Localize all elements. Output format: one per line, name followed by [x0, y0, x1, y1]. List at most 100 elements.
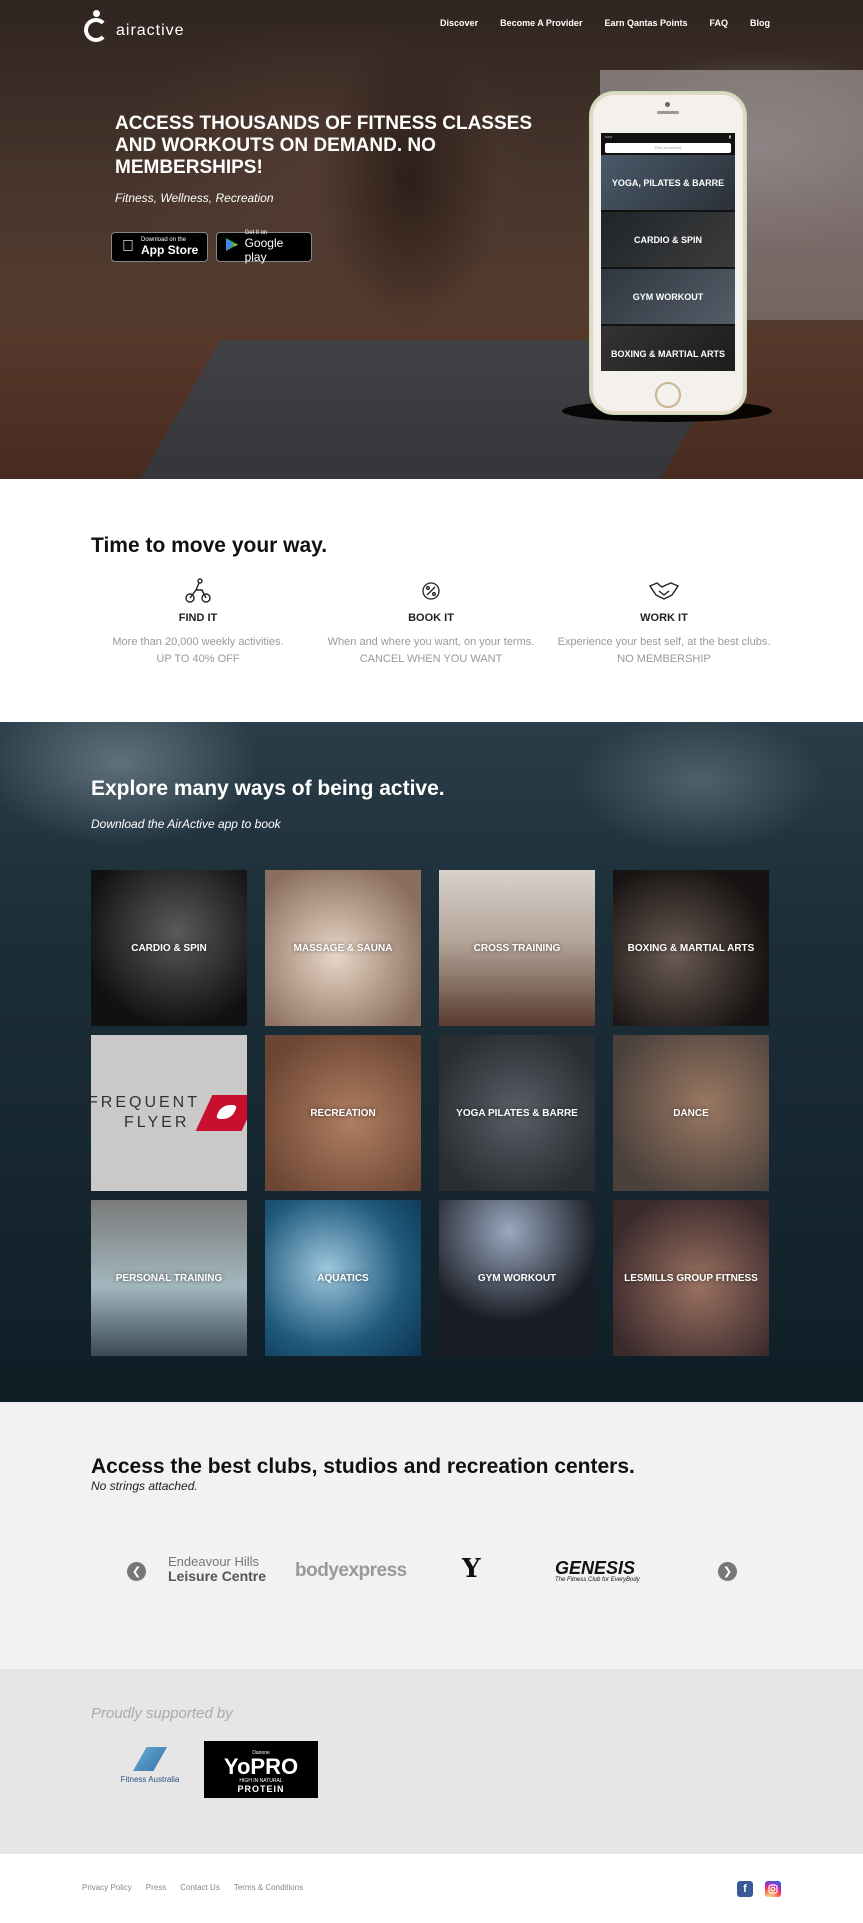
- phone-camera: [665, 102, 670, 107]
- how-it-works-section: Time to move your way. FIND IT More than…: [0, 479, 863, 722]
- club-logo-line2: Leisure Centre: [168, 1568, 267, 1584]
- yopro-logo[interactable]: Danone YoPRO HIGH IN NATURAL PROTEIN: [204, 1741, 318, 1798]
- feature-title: FIND IT: [178, 612, 218, 624]
- app-store-big: App Store: [141, 243, 199, 257]
- supporters-label: Proudly supported by: [91, 1705, 233, 1722]
- club-logo-genesis[interactable]: GENESIS The Fitness Club for EveryBody: [555, 1558, 640, 1583]
- percent-icon: [321, 576, 541, 606]
- phone-tile: CARDIO & SPIN: [601, 212, 735, 267]
- hero-subtitle: Fitness, Wellness, Recreation: [115, 191, 274, 205]
- category-gym-workout[interactable]: GYM WORKOUT: [439, 1200, 595, 1356]
- category-recreation[interactable]: RECREATION: [265, 1035, 421, 1191]
- fitness-australia-logo[interactable]: Fitness Australia: [115, 1747, 185, 1784]
- explore-section: Explore many ways of being active. Downl…: [0, 722, 863, 1402]
- footer-link-contact[interactable]: Contact Us: [180, 1883, 220, 1892]
- google-play-icon: [225, 237, 240, 257]
- carousel-prev-button[interactable]: ❮: [127, 1562, 146, 1581]
- phone-tile: GYM WORKOUT: [601, 269, 735, 324]
- qantas-kangaroo-icon: [195, 1095, 247, 1131]
- frequent-flyer-line1: FREQUENT: [91, 1094, 200, 1111]
- fitness-australia-text: Fitness Australia: [120, 1775, 180, 1784]
- feature-title: WORK IT: [640, 612, 688, 624]
- club-logo-endeavour-hills[interactable]: Endeavour Hills Leisure Centre: [168, 1554, 266, 1584]
- category-grid: CARDIO & SPIN MASSAGE & SAUNA CROSS TRAI…: [91, 870, 771, 1356]
- phone-home-button: [655, 382, 681, 408]
- phone-speaker: [657, 111, 679, 114]
- phone-signal: •••••: [605, 134, 613, 139]
- feature-line: More than 20,000 weekly activities.: [112, 636, 284, 648]
- phone-status-bar: ••••• ▮: [601, 133, 735, 141]
- category-label: YOGA PILATES & BARRE: [456, 1107, 578, 1119]
- club-logo-genesis-tag: The Fitness Club for EveryBody: [555, 1577, 640, 1583]
- nav-become-provider[interactable]: Become A Provider: [500, 18, 582, 28]
- feature-line: UP TO 40% OFF: [156, 653, 240, 665]
- how-title: Time to move your way.: [91, 534, 328, 557]
- feature-title: BOOK IT: [408, 612, 454, 624]
- category-personal-training[interactable]: PERSONAL TRAINING: [91, 1200, 247, 1356]
- footer-link-press[interactable]: Press: [146, 1883, 166, 1892]
- category-label: LESMILLS GROUP FITNESS: [624, 1272, 758, 1284]
- footer-link-terms[interactable]: Terms & Conditions: [234, 1883, 303, 1892]
- logo-icon: [82, 8, 112, 42]
- category-cardio-spin[interactable]: CARDIO & SPIN: [91, 870, 247, 1026]
- category-frequent-flyer[interactable]: FREQUENT FLYER: [91, 1035, 247, 1191]
- chevron-right-icon: ❯: [722, 1566, 733, 1578]
- yopro-name: YoPRO: [223, 1754, 299, 1779]
- footer-links: Privacy Policy Press Contact Us Terms & …: [82, 1883, 303, 1892]
- feature-work-it: WORK IT Experience your best self, at th…: [554, 576, 774, 668]
- category-lesmills-group-fitness[interactable]: LESMILLS GROUP FITNESS: [613, 1200, 769, 1356]
- feature-find-it: FIND IT More than 20,000 weekly activiti…: [88, 576, 308, 668]
- app-store-button[interactable]:  Download on the App Store: [111, 232, 208, 262]
- club-logo-genesis-name: GENESIS: [555, 1558, 636, 1578]
- handshake-icon: [554, 576, 774, 606]
- category-cross-training[interactable]: CROSS TRAINING: [439, 870, 595, 1026]
- category-label: BOXING & MARTIAL ARTS: [627, 942, 755, 954]
- category-boxing-martial-arts[interactable]: BOXING & MARTIAL ARTS: [613, 870, 769, 1026]
- phone-tile: BOXING & MARTIAL ARTS: [601, 326, 735, 371]
- google-play-button[interactable]: Get it on Google play: [216, 230, 312, 264]
- category-label: RECREATION: [310, 1107, 376, 1119]
- clubs-title: Access the best clubs, studios and recre…: [91, 1455, 635, 1478]
- feature-line: NO MEMBERSHIP: [617, 653, 711, 665]
- nav-blog[interactable]: Blog: [750, 18, 770, 28]
- phone-battery: ▮: [728, 134, 731, 139]
- site-logo[interactable]: airactive: [82, 8, 185, 42]
- chevron-left-icon: ❮: [131, 1566, 142, 1578]
- category-label: PERSONAL TRAINING: [115, 1272, 223, 1284]
- explore-title: Explore many ways of being active.: [91, 777, 445, 800]
- supporters-section: Proudly supported by Fitness Australia D…: [0, 1669, 863, 1854]
- category-label: DANCE: [673, 1107, 709, 1119]
- main-nav: Discover Become A Provider Earn Qantas P…: [418, 18, 770, 28]
- clubs-section: Access the best clubs, studios and recre…: [0, 1402, 863, 1669]
- frequent-flyer-logo: FREQUENT FLYER: [91, 1093, 247, 1133]
- footer-link-privacy[interactable]: Privacy Policy: [82, 1883, 132, 1892]
- feature-line: CANCEL WHEN YOU WANT: [359, 653, 503, 665]
- phone-mockup: ••••• ▮ Find an activity YOGA, PILATES & …: [590, 92, 746, 414]
- category-aquatics[interactable]: AQUATICS: [265, 1200, 421, 1356]
- category-dance[interactable]: DANCE: [613, 1035, 769, 1191]
- category-massage-sauna[interactable]: MASSAGE & SAUNA: [265, 870, 421, 1026]
- carousel-next-button[interactable]: ❯: [718, 1562, 737, 1581]
- category-label: GYM WORKOUT: [477, 1272, 557, 1284]
- frequent-flyer-line2: FLYER: [124, 1114, 190, 1131]
- hero-title: ACCESS THOUSANDS OF FITNESS CLASSES AND …: [115, 113, 532, 178]
- nav-discover[interactable]: Discover: [440, 18, 478, 28]
- feature-line: When and where you want, on your terms.: [327, 636, 535, 648]
- clubs-subtitle: No strings attached.: [91, 1479, 198, 1493]
- phone-search: Find an activity: [605, 143, 731, 153]
- category-yoga-pilates-barre[interactable]: YOGA PILATES & BARRE: [439, 1035, 595, 1191]
- yopro-protein: PROTEIN: [237, 1784, 285, 1794]
- club-logo-bodyexpress[interactable]: bodyexpress: [295, 1560, 407, 1582]
- nav-earn-qantas[interactable]: Earn Qantas Points: [604, 18, 687, 28]
- category-label: CROSS TRAINING: [473, 942, 561, 954]
- bike-icon: [88, 576, 308, 606]
- feature-line: Experience your best self, at the best c…: [557, 636, 771, 648]
- category-label: MASSAGE & SAUNA: [293, 942, 393, 954]
- explore-subtitle: Download the AirActive app to book: [91, 817, 281, 831]
- instagram-icon[interactable]: [765, 1881, 781, 1897]
- club-logo-ymca[interactable]: Y: [462, 1554, 481, 1584]
- facebook-icon[interactable]: f: [737, 1881, 753, 1897]
- category-label: AQUATICS: [317, 1272, 369, 1284]
- feature-book-it: BOOK IT When and where you want, on your…: [321, 576, 541, 668]
- nav-faq[interactable]: FAQ: [709, 18, 728, 28]
